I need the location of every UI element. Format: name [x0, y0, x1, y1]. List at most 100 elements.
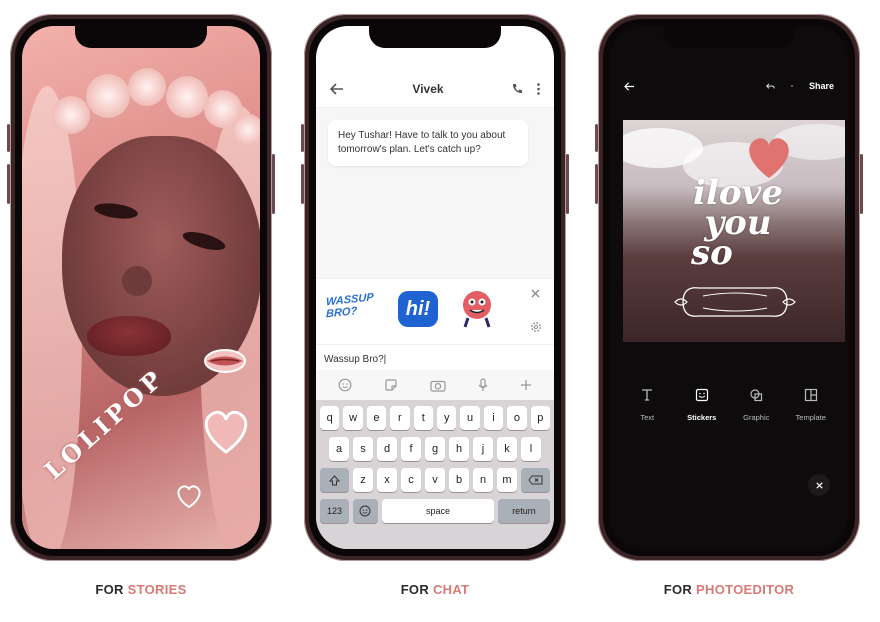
compose-toolbar: [316, 370, 554, 400]
tool-graphic[interactable]: Graphic: [731, 388, 781, 422]
back-arrow-icon[interactable]: [624, 81, 635, 91]
phone-notch: [663, 26, 795, 48]
tool-label: Text: [640, 413, 655, 422]
photoeditor-phone: Share ilove you so Text Stickers Graphic…: [595, 14, 863, 561]
key-j[interactable]: j: [473, 437, 493, 461]
tool-text[interactable]: Text: [622, 388, 672, 422]
back-arrow-icon[interactable]: [330, 82, 344, 95]
key-k[interactable]: k: [497, 437, 517, 461]
keyboard-row-2: asdfghjkl: [320, 437, 550, 461]
close-icon[interactable]: [531, 289, 540, 298]
undo-icon[interactable]: [766, 83, 775, 90]
key-b[interactable]: b: [449, 468, 469, 492]
key-h[interactable]: h: [449, 437, 469, 461]
key-n[interactable]: n: [473, 468, 493, 492]
return-key[interactable]: return: [497, 499, 550, 523]
key-x[interactable]: x: [377, 468, 397, 492]
tool-template[interactable]: Template: [786, 388, 836, 422]
keyboard-row-3: zxcvbnm: [320, 468, 550, 492]
key-f[interactable]: f: [401, 437, 421, 461]
sticker-icon[interactable]: [384, 378, 398, 392]
key-o[interactable]: o: [507, 406, 527, 430]
message-input[interactable]: Wassup Bro?|: [316, 344, 554, 370]
key-i[interactable]: i: [483, 406, 504, 430]
share-button[interactable]: Share: [809, 81, 834, 91]
stories-screen: LOLIPOP: [22, 26, 260, 549]
shift-key[interactable]: [320, 468, 349, 492]
phone-notch: [75, 26, 207, 48]
key-g[interactable]: g: [425, 437, 445, 461]
chat-body: Hey Tushar! Have to talk to you about to…: [316, 108, 554, 278]
key-t[interactable]: t: [413, 406, 433, 430]
template-icon: [804, 388, 818, 404]
keyboard-row-1: qwertyuiop: [319, 406, 551, 430]
wassup-bro-sticker[interactable]: WASSUP BRO?: [326, 290, 390, 320]
key-d[interactable]: d: [377, 437, 397, 461]
sticker-icon: [695, 388, 709, 404]
editor-header: Share: [610, 74, 848, 98]
small-heart-sticker[interactable]: [174, 480, 204, 510]
plus-icon[interactable]: [520, 379, 532, 391]
kiss-lips-sticker[interactable]: [202, 344, 248, 378]
emoji-icon: [359, 505, 371, 517]
chat-screen: Vivek Hey Tushar! Have to talk to you ab…: [316, 26, 554, 549]
text-icon: [640, 388, 654, 404]
key-q[interactable]: q: [319, 406, 340, 430]
keyboard-row-4: 123 space return: [320, 499, 550, 523]
key-p[interactable]: p: [530, 406, 551, 430]
shift-arrow-icon: [329, 474, 340, 485]
chat-phone: Vivek Hey Tushar! Have to talk to you ab…: [301, 14, 569, 561]
caption-stories: FOR STORIES: [95, 582, 187, 597]
key-l[interactable]: l: [521, 437, 541, 461]
close-icon: [815, 481, 823, 489]
flower-crown-filter: [42, 56, 260, 146]
key-c[interactable]: c: [401, 468, 421, 492]
key-e[interactable]: e: [366, 406, 387, 430]
onscreen-keyboard: qwertyuiop asdfghjkl zxcvbnm 123 space r…: [316, 400, 554, 549]
hi-sticker[interactable]: hi!: [398, 291, 438, 327]
phone-call-icon[interactable]: [512, 83, 523, 94]
key-w[interactable]: w: [343, 406, 363, 430]
love-text-sticker[interactable]: ilove you so: [663, 176, 813, 270]
more-options-icon[interactable]: [537, 82, 540, 95]
tool-stickers[interactable]: Stickers: [677, 388, 727, 422]
caption-chat: FOR CHAT: [400, 582, 470, 597]
sticker-suggestion-bar: WASSUP BRO? hi!: [316, 278, 554, 344]
key-m[interactable]: m: [497, 468, 517, 492]
tool-label: Stickers: [687, 413, 717, 422]
numbers-key[interactable]: 123: [320, 499, 349, 523]
showcase-stage: LOLIPOP FOR STORIES Vivek Hey Tushar! Ha…: [0, 0, 880, 622]
photo-canvas[interactable]: ilove you so: [623, 120, 845, 342]
tool-label: Graphic: [743, 413, 770, 422]
heart-outline-sticker[interactable]: [198, 402, 254, 458]
microphone-icon[interactable]: [478, 378, 488, 392]
emoji-icon[interactable]: [338, 378, 352, 392]
key-a[interactable]: a: [329, 437, 349, 461]
close-button[interactable]: [808, 474, 830, 496]
key-v[interactable]: v: [425, 468, 445, 492]
key-u[interactable]: u: [460, 406, 480, 430]
redo-icon[interactable]: [789, 83, 795, 89]
graphic-icon: [749, 388, 763, 404]
portrait-lips: [87, 316, 171, 356]
backspace-icon: [528, 475, 543, 485]
message-bubble: Hey Tushar! Have to talk to you about to…: [328, 120, 528, 166]
photoeditor-screen: Share ilove you so Text Stickers Graphic…: [610, 26, 848, 549]
contact-name: Vivek: [412, 81, 444, 96]
monster-sticker[interactable]: [456, 287, 498, 331]
tool-label: Template: [795, 413, 826, 422]
camera-icon[interactable]: [430, 379, 446, 392]
settings-gear-icon[interactable]: [530, 321, 542, 333]
emoji-key[interactable]: [352, 499, 379, 523]
backspace-key[interactable]: [521, 468, 550, 492]
key-r[interactable]: r: [390, 406, 410, 430]
stories-phone: LOLIPOP: [7, 14, 275, 561]
ornament-frame-sticker[interactable]: [673, 280, 797, 324]
key-y[interactable]: y: [437, 406, 457, 430]
caption-photoeditor: FOR PHOTOEDITOR: [663, 582, 795, 597]
chat-header: Vivek: [316, 70, 554, 108]
key-z[interactable]: z: [353, 468, 373, 492]
key-s[interactable]: s: [353, 437, 373, 461]
editor-toolbar: Text Stickers Graphic Template: [610, 388, 848, 422]
space-key[interactable]: space: [382, 499, 494, 523]
